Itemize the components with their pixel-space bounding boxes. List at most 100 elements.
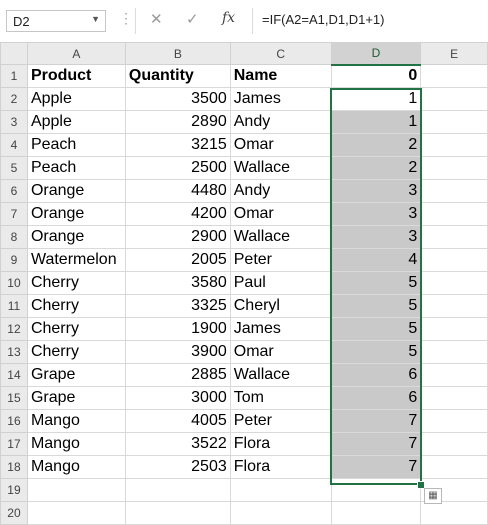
cell-d[interactable]: 7 bbox=[330, 409, 422, 433]
cell-d[interactable]: 2 bbox=[330, 133, 422, 157]
cell-b[interactable]: 2005 bbox=[124, 248, 231, 272]
cell-c[interactable]: Name bbox=[229, 64, 332, 88]
cell-d[interactable]: 6 bbox=[330, 386, 422, 410]
formula-text[interactable]: =IF(A2=A1,D1,D1+1) bbox=[262, 12, 384, 27]
cell-a[interactable]: Peach bbox=[26, 133, 126, 157]
name-box[interactable]: D2 ▼ bbox=[6, 10, 106, 32]
cell-d[interactable]: 3 bbox=[330, 179, 422, 203]
cell-a[interactable]: Peach bbox=[26, 156, 126, 180]
chevron-down-icon[interactable]: ▼ bbox=[91, 14, 100, 24]
row-header[interactable]: 4 bbox=[0, 133, 28, 157]
enter-icon[interactable]: ✓ bbox=[186, 10, 199, 28]
cell-e[interactable] bbox=[420, 87, 488, 111]
cell-a[interactable]: Cherry bbox=[26, 317, 126, 341]
active-cell-d[interactable]: 1 bbox=[330, 87, 422, 111]
row-header[interactable]: 19 bbox=[0, 478, 28, 502]
cell-d[interactable]: 3 bbox=[330, 225, 422, 249]
row-header[interactable]: 5 bbox=[0, 156, 28, 180]
cell-b[interactable]: 2900 bbox=[124, 225, 231, 249]
row-header[interactable]: 12 bbox=[0, 317, 28, 341]
cell-d[interactable]: 7 bbox=[330, 432, 422, 456]
cell-e[interactable] bbox=[420, 271, 488, 295]
cell-e[interactable] bbox=[420, 225, 488, 249]
cell-b[interactable]: 4480 bbox=[124, 179, 231, 203]
cell-e[interactable] bbox=[420, 64, 488, 88]
cell-a[interactable]: Apple bbox=[26, 110, 126, 134]
column-header-d[interactable]: D bbox=[330, 42, 422, 66]
row-header[interactable]: 14 bbox=[0, 363, 28, 387]
cell-d[interactable]: 0 bbox=[330, 64, 422, 88]
cell-d[interactable]: 5 bbox=[330, 271, 422, 295]
row-header[interactable]: 10 bbox=[0, 271, 28, 295]
insert-function-icon[interactable]: fx bbox=[222, 10, 235, 26]
cell-a[interactable]: Cherry bbox=[26, 340, 126, 364]
row-header[interactable]: 3 bbox=[0, 110, 28, 134]
row-header[interactable]: 17 bbox=[0, 432, 28, 456]
cell-e[interactable] bbox=[420, 317, 488, 341]
cell-a[interactable]: Mango bbox=[26, 432, 126, 456]
column-header-a[interactable]: A bbox=[26, 42, 126, 65]
cell-e[interactable] bbox=[420, 156, 488, 180]
cell-b[interactable]: 2503 bbox=[124, 455, 231, 479]
cell-c[interactable]: Omar bbox=[229, 340, 332, 364]
cell-d[interactable]: 7 bbox=[330, 455, 422, 479]
cell-c[interactable]: Cheryl bbox=[229, 294, 332, 318]
cell-a[interactable]: Product bbox=[26, 64, 126, 88]
cell-d[interactable]: 4 bbox=[330, 248, 422, 272]
row-header[interactable]: 8 bbox=[0, 225, 28, 249]
cell-a[interactable]: Watermelon bbox=[26, 248, 126, 272]
cell-c[interactable]: Omar bbox=[229, 202, 332, 226]
cell-a[interactable]: Mango bbox=[26, 455, 126, 479]
cell-c[interactable]: Paul bbox=[229, 271, 332, 295]
cell-e[interactable] bbox=[420, 363, 488, 387]
select-all-corner[interactable] bbox=[0, 42, 28, 65]
cell-b[interactable]: Quantity bbox=[124, 64, 231, 88]
row-header[interactable]: 11 bbox=[0, 294, 28, 318]
cell-c[interactable] bbox=[229, 478, 332, 502]
cell-c[interactable]: Peter bbox=[229, 248, 332, 272]
cell-d[interactable]: 2 bbox=[330, 156, 422, 180]
cell-a[interactable]: Mango bbox=[26, 409, 126, 433]
cell-d[interactable]: 5 bbox=[330, 294, 422, 318]
cell-a[interactable]: Cherry bbox=[26, 294, 126, 318]
cell-c[interactable]: Wallace bbox=[229, 156, 332, 180]
cell-e[interactable] bbox=[420, 409, 488, 433]
cell-e[interactable] bbox=[420, 110, 488, 134]
cell-e[interactable] bbox=[420, 248, 488, 272]
column-header-c[interactable]: C bbox=[229, 42, 332, 65]
cell-c[interactable]: Flora bbox=[229, 432, 332, 456]
cell-c[interactable]: Wallace bbox=[229, 363, 332, 387]
row-header[interactable]: 7 bbox=[0, 202, 28, 226]
cell-b[interactable]: 1900 bbox=[124, 317, 231, 341]
cell-c[interactable] bbox=[229, 501, 332, 525]
cell-a[interactable] bbox=[26, 478, 126, 502]
cell-c[interactable]: Omar bbox=[229, 133, 332, 157]
cell-b[interactable]: 4005 bbox=[124, 409, 231, 433]
cell-d[interactable]: 1 bbox=[330, 110, 422, 134]
row-header[interactable]: 9 bbox=[0, 248, 28, 272]
cell-e[interactable] bbox=[420, 432, 488, 456]
cell-e[interactable] bbox=[420, 179, 488, 203]
cell-c[interactable]: James bbox=[229, 87, 332, 111]
row-header[interactable]: 18 bbox=[0, 455, 28, 479]
cell-e[interactable] bbox=[420, 294, 488, 318]
column-header-e[interactable]: E bbox=[420, 42, 488, 65]
cell-a[interactable]: Orange bbox=[26, 225, 126, 249]
column-header-b[interactable]: B bbox=[124, 42, 231, 65]
cell-e[interactable] bbox=[420, 386, 488, 410]
quick-analysis-icon[interactable]: ▦ bbox=[424, 488, 442, 504]
cell-a[interactable]: Apple bbox=[26, 87, 126, 111]
cell-b[interactable]: 3500 bbox=[124, 87, 231, 111]
cell-b[interactable]: 2890 bbox=[124, 110, 231, 134]
cell-b[interactable]: 3000 bbox=[124, 386, 231, 410]
row-header[interactable]: 13 bbox=[0, 340, 28, 364]
cell-a[interactable]: Orange bbox=[26, 202, 126, 226]
cancel-icon[interactable]: ✕ bbox=[150, 10, 163, 28]
cell-a[interactable]: Grape bbox=[26, 363, 126, 387]
cell-b[interactable] bbox=[124, 478, 231, 502]
row-header[interactable]: 16 bbox=[0, 409, 28, 433]
cell-c[interactable]: Andy bbox=[229, 179, 332, 203]
cell-b[interactable]: 3900 bbox=[124, 340, 231, 364]
row-header[interactable]: 1 bbox=[0, 64, 28, 88]
row-header[interactable]: 6 bbox=[0, 179, 28, 203]
